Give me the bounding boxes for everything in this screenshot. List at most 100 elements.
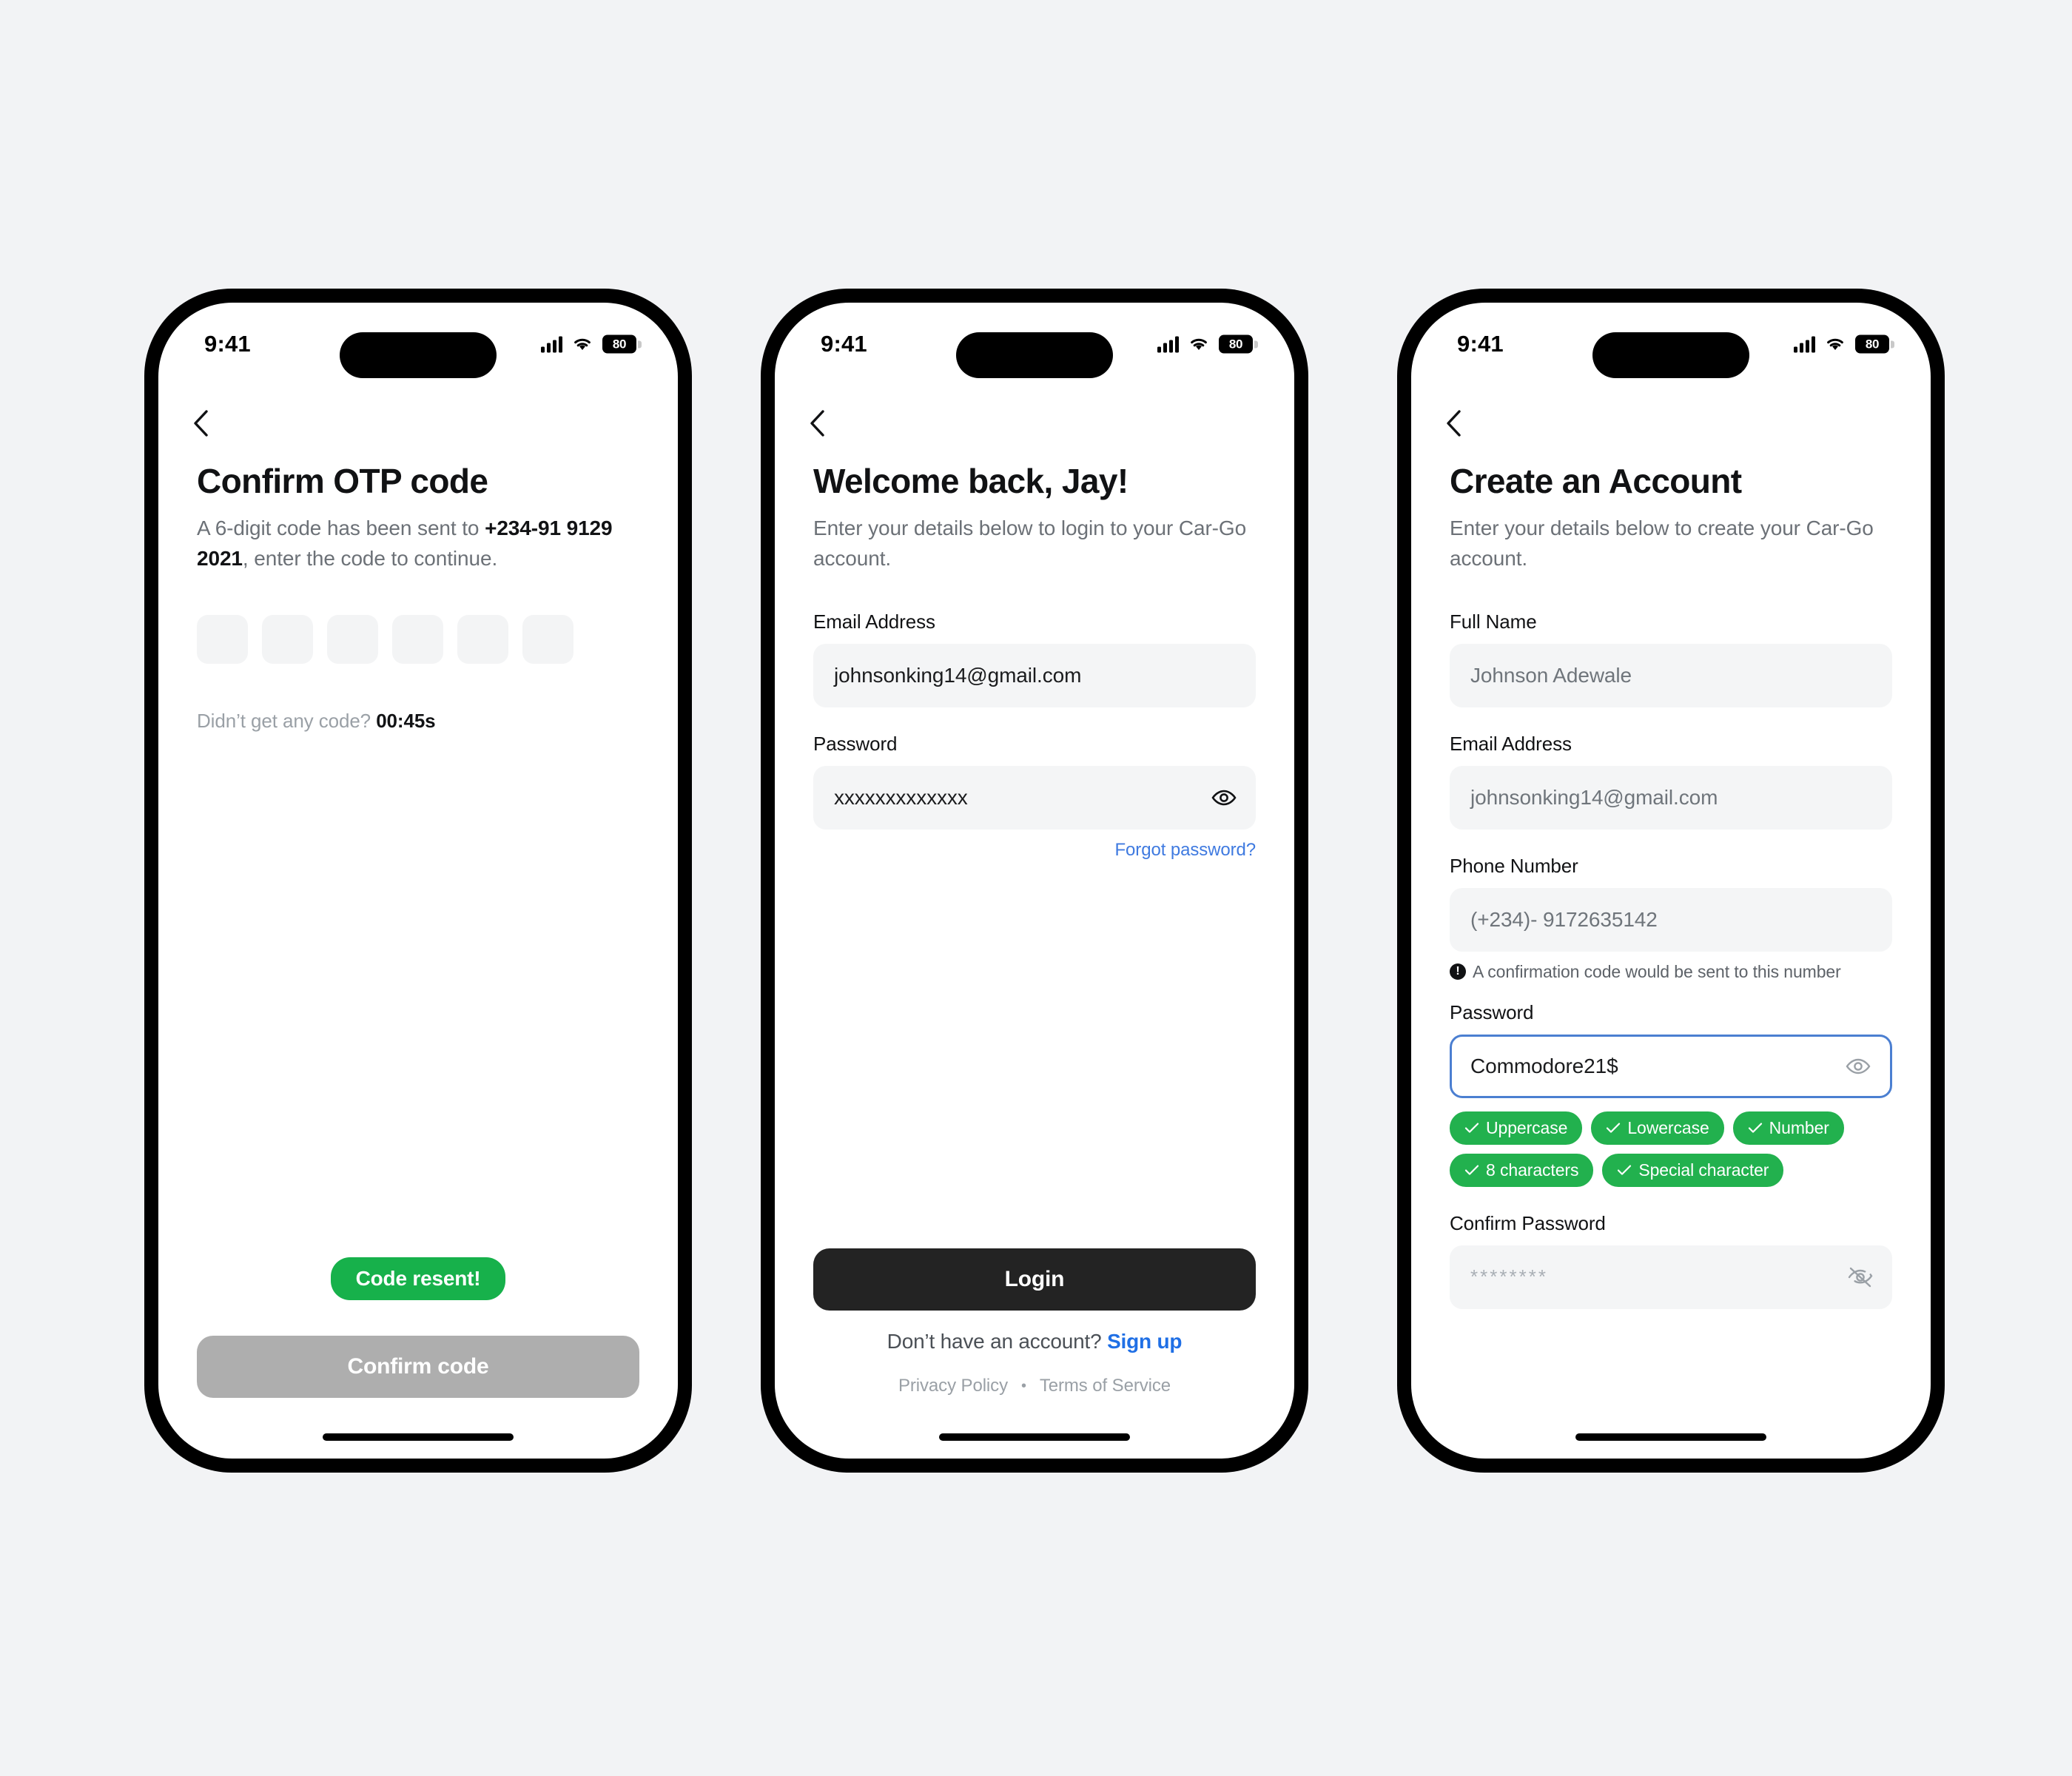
email-field-group: Email Address johnsonking14@gmail.com bbox=[1450, 733, 1892, 830]
status-bar-indicators: 80 bbox=[1157, 334, 1253, 354]
screen-body: Welcome back, Jay! Enter your details be… bbox=[775, 386, 1294, 1416]
battery-icon: 80 bbox=[1219, 334, 1253, 354]
flex-spacer bbox=[1450, 1309, 1892, 1416]
eye-icon[interactable] bbox=[1846, 1057, 1871, 1076]
wifi-icon bbox=[1827, 338, 1843, 350]
password-rule-chip: Uppercase bbox=[1450, 1111, 1583, 1145]
confirm-password-field-group: Confirm Password ******** bbox=[1450, 1212, 1892, 1309]
code-resent-toast: Code resent! bbox=[330, 1257, 506, 1300]
back-button[interactable] bbox=[809, 403, 849, 443]
password-rules-list: Uppercase Lowercase Number 8 characters … bbox=[1450, 1111, 1892, 1187]
page-subtitle: A 6-digit code has been sent to +234-91 … bbox=[197, 513, 639, 574]
email-label: Email Address bbox=[813, 610, 935, 633]
signup-link[interactable]: Sign up bbox=[1107, 1330, 1182, 1353]
resend-timer: 00:45s bbox=[376, 709, 436, 732]
phone-mockup-otp: 9:41 80 Confirm OTP code A 6-digit code … bbox=[144, 289, 692, 1473]
phone-mockup-login: 9:41 80 Welcome back, Jay! Enter your de… bbox=[761, 289, 1308, 1473]
fullname-value: Johnson Adewale bbox=[1470, 663, 1632, 687]
screen-body: Confirm OTP code A 6-digit code has been… bbox=[158, 386, 678, 1416]
email-value: johnsonking14@gmail.com bbox=[1470, 785, 1718, 809]
home-indicator bbox=[1411, 1416, 1931, 1459]
password-rule-label: Special character bbox=[1638, 1160, 1769, 1180]
check-icon bbox=[1464, 1165, 1479, 1176]
eye-icon[interactable] bbox=[1211, 788, 1237, 807]
signup-prompt-text: Don’t have an account? bbox=[887, 1330, 1102, 1353]
phone-field-group: Phone Number (+234)- 9172635142 ! A conf… bbox=[1450, 855, 1892, 982]
password-rule-chip: Number bbox=[1732, 1111, 1844, 1145]
subtitle-pre: A 6-digit code has been sent to bbox=[197, 516, 485, 539]
dynamic-island bbox=[956, 332, 1113, 378]
otp-digit-box[interactable] bbox=[262, 614, 313, 664]
password-label: Password bbox=[813, 732, 898, 755]
confirm-button-wrap: Confirm code bbox=[197, 1336, 639, 1398]
screens-canvas: 9:41 80 Confirm OTP code A 6-digit code … bbox=[0, 0, 2072, 1776]
email-input[interactable]: johnsonking14@gmail.com bbox=[813, 643, 1256, 707]
otp-digit-box[interactable] bbox=[392, 614, 443, 664]
resend-row[interactable]: Didn’t get any code? 00:45s bbox=[197, 710, 639, 733]
wifi-icon bbox=[574, 338, 591, 350]
email-field-group: Email Address johnsonking14@gmail.com bbox=[813, 610, 1256, 707]
resend-label: Didn’t get any code? bbox=[197, 709, 371, 732]
status-bar-time: 9:41 bbox=[204, 331, 251, 357]
battery-level: 80 bbox=[612, 337, 627, 352]
back-button[interactable] bbox=[192, 403, 232, 443]
status-bar-indicators: 80 bbox=[1794, 334, 1889, 354]
home-indicator bbox=[158, 1416, 678, 1459]
otp-digit-box[interactable] bbox=[457, 614, 508, 664]
legal-links-row: Privacy Policy • Terms of Service bbox=[813, 1376, 1256, 1396]
login-button[interactable]: Login bbox=[813, 1248, 1256, 1311]
otp-input-group[interactable] bbox=[197, 614, 639, 664]
page-title: Welcome back, Jay! bbox=[813, 462, 1128, 500]
phone-mockup-signup: 9:41 80 Create an Account Enter your det… bbox=[1397, 289, 1945, 1473]
password-input[interactable]: xxxxxxxxxxxxx bbox=[813, 765, 1256, 830]
info-icon: ! bbox=[1450, 963, 1466, 980]
phone-input[interactable]: (+234)- 9172635142 bbox=[1450, 887, 1892, 952]
confirm-code-button[interactable]: Confirm code bbox=[197, 1336, 639, 1398]
password-input[interactable]: Commodore21$ bbox=[1450, 1034, 1892, 1098]
dynamic-island bbox=[340, 332, 497, 378]
otp-digit-box[interactable] bbox=[522, 614, 574, 664]
page-title: Create an Account bbox=[1450, 462, 1742, 500]
screen-body: Create an Account Enter your details bel… bbox=[1411, 386, 1931, 1416]
subtitle-post: , enter the code to continue. bbox=[242, 546, 498, 570]
check-icon bbox=[1618, 1165, 1632, 1176]
status-bar: 9:41 80 bbox=[158, 303, 678, 386]
battery-level: 80 bbox=[1865, 337, 1880, 352]
screen-create-account: 9:41 80 Create an Account Enter your det… bbox=[1411, 303, 1931, 1459]
password-rule-chip: Special character bbox=[1602, 1153, 1784, 1187]
signup-prompt-row: Don’t have an account? Sign up bbox=[813, 1330, 1256, 1353]
chevron-left-icon bbox=[194, 410, 208, 437]
privacy-policy-link[interactable]: Privacy Policy bbox=[898, 1376, 1008, 1396]
chevron-left-icon bbox=[1447, 410, 1461, 437]
password-rule-chip: Lowercase bbox=[1591, 1111, 1724, 1145]
cellular-bars-icon bbox=[1157, 336, 1179, 352]
email-input[interactable]: johnsonking14@gmail.com bbox=[1450, 765, 1892, 830]
back-button[interactable] bbox=[1445, 403, 1485, 443]
fullname-field-group: Full Name Johnson Adewale bbox=[1450, 610, 1892, 707]
password-label: Password bbox=[1450, 1000, 1534, 1023]
flex-spacer bbox=[813, 861, 1256, 1248]
fullname-input[interactable]: Johnson Adewale bbox=[1450, 643, 1892, 707]
confirm-password-input[interactable]: ******** bbox=[1450, 1245, 1892, 1309]
fullname-label: Full Name bbox=[1450, 610, 1537, 633]
page-subtitle: Enter your details below to login to you… bbox=[813, 516, 1247, 570]
confirm-password-value: ******** bbox=[1470, 1265, 1548, 1288]
eye-off-icon[interactable] bbox=[1848, 1267, 1873, 1288]
terms-of-service-link[interactable]: Terms of Service bbox=[1040, 1376, 1171, 1396]
password-field-group: Password Commodore21$ Uppercase Lowercas… bbox=[1450, 1001, 1892, 1187]
otp-digit-box[interactable] bbox=[197, 614, 248, 664]
phone-hint-text: A confirmation code would be sent to thi… bbox=[1473, 961, 1841, 981]
phone-label: Phone Number bbox=[1450, 854, 1578, 877]
otp-digit-box[interactable] bbox=[327, 614, 378, 664]
battery-icon: 80 bbox=[1855, 334, 1889, 354]
password-value: Commodore21$ bbox=[1470, 1054, 1618, 1077]
home-indicator bbox=[775, 1416, 1294, 1459]
status-bar-time: 9:41 bbox=[821, 331, 867, 357]
legal-separator: • bbox=[1020, 1377, 1026, 1394]
confirm-password-label: Confirm Password bbox=[1450, 1211, 1606, 1234]
password-field-group: Password xxxxxxxxxxxxx Forgot password? bbox=[813, 733, 1256, 861]
wifi-icon bbox=[1191, 338, 1207, 350]
forgot-password-link[interactable]: Forgot password? bbox=[813, 840, 1257, 861]
check-icon bbox=[1464, 1123, 1479, 1134]
check-icon bbox=[1748, 1123, 1762, 1134]
